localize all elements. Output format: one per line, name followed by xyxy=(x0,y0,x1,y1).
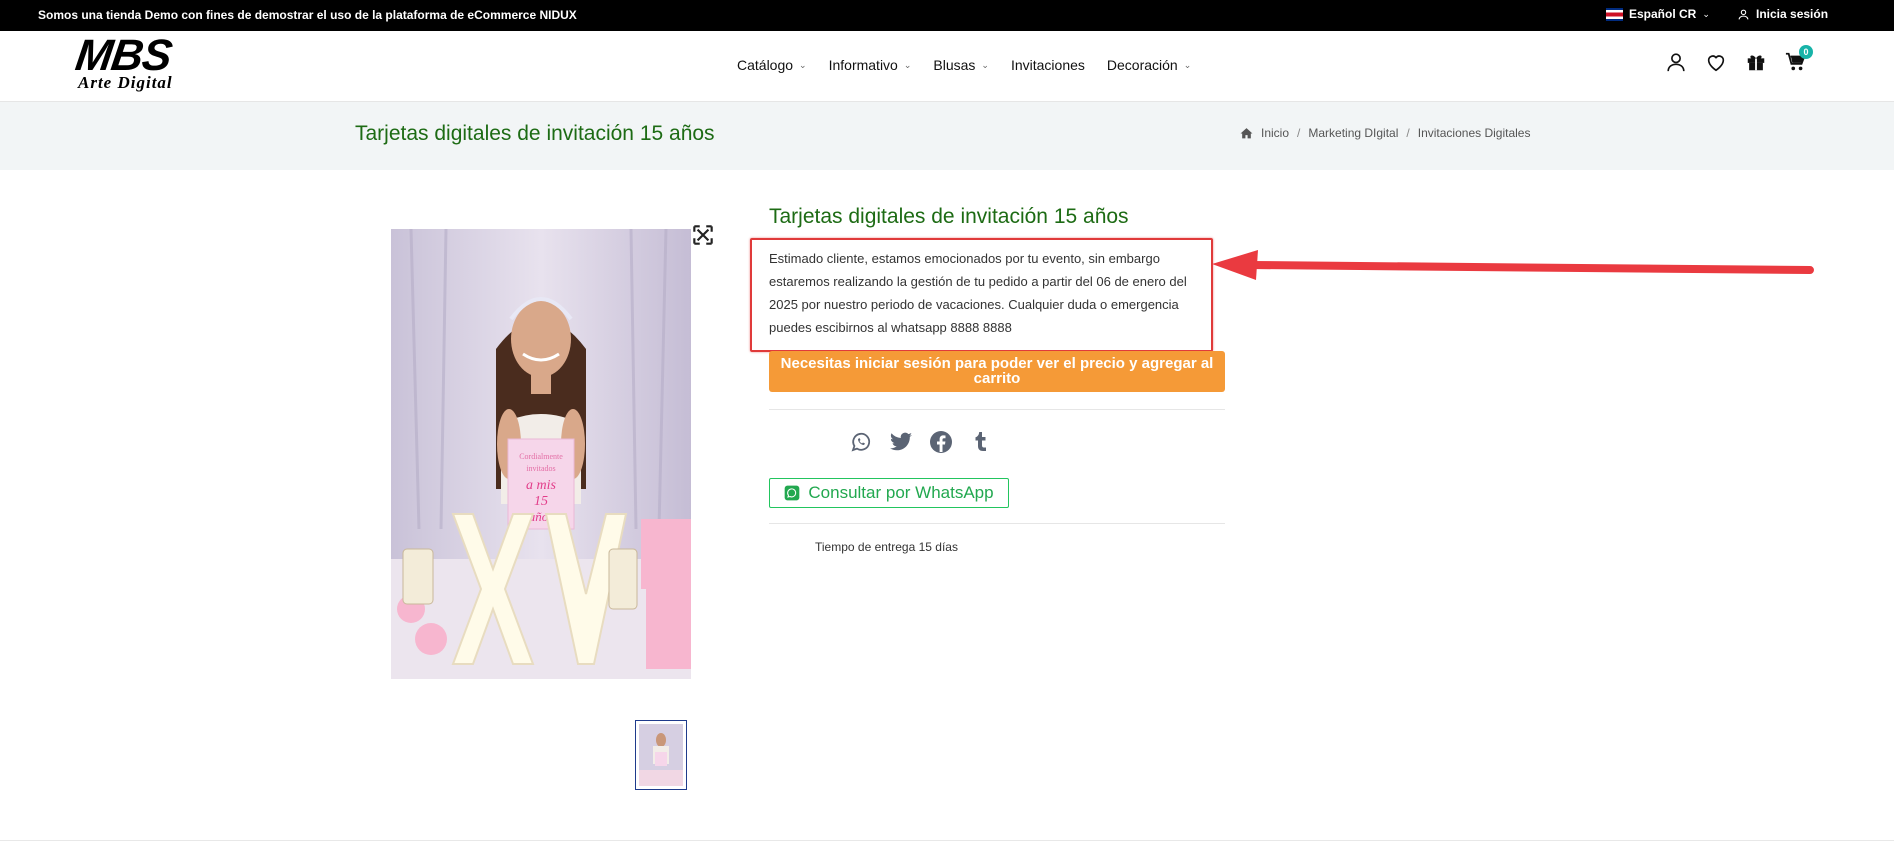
chevron-down-icon: ⌄ xyxy=(1183,59,1192,70)
whatsapp-icon xyxy=(785,485,800,501)
cart-icon[interactable]: 0 xyxy=(1785,45,1813,73)
login-link[interactable]: Inicia sesión xyxy=(1737,7,1828,21)
site-header: MBS Arte Digital Catálogo ⌄ Informativo ⌄ … xyxy=(0,31,1894,102)
header-actions: 0 xyxy=(1665,45,1813,73)
product-title: Tarjetas digitales de invitación 15 años xyxy=(769,205,1129,228)
whatsapp-share-icon[interactable] xyxy=(849,430,873,454)
share-buttons xyxy=(849,430,993,454)
nav-label: Blusas xyxy=(933,57,976,73)
user-icon xyxy=(1738,9,1749,19)
facebook-share-icon[interactable] xyxy=(929,430,953,454)
tumblr-share-icon[interactable] xyxy=(969,430,993,454)
nav-label: Invitaciones xyxy=(1010,57,1085,73)
twitter-share-icon[interactable] xyxy=(889,430,913,454)
promo-text: Somos una tienda Demo con fines de demos… xyxy=(38,8,577,22)
nav-label: Informativo xyxy=(828,57,898,73)
product-thumbnail[interactable] xyxy=(635,720,687,790)
page-title: Tarjetas digitales de invitación 15 años xyxy=(355,122,715,145)
whatsapp-consult-button[interactable]: Consultar por WhatsApp xyxy=(769,478,1009,508)
expand-icon[interactable] xyxy=(690,222,716,248)
store-logo[interactable]: MBS Arte Digital xyxy=(73,31,226,93)
sign-line2: invitados xyxy=(526,464,555,473)
breadcrumb-marketing[interactable]: Marketing DIgital xyxy=(1308,126,1398,140)
login-to-buy-button[interactable]: Necesitas iniciar sesión para poder ver … xyxy=(769,351,1225,392)
highlight-box xyxy=(750,238,1213,352)
chevron-down-icon: ⌄ xyxy=(799,59,807,70)
breadcrumb-invitaciones[interactable]: Invitaciones Digitales xyxy=(1418,126,1531,140)
breadcrumb-separator: / xyxy=(1406,126,1410,140)
divider xyxy=(769,409,1225,410)
nav-label: Decoración xyxy=(1106,57,1178,73)
nav-item-blusas[interactable]: Blusas ⌄ xyxy=(933,57,989,73)
product-main-image[interactable]: Cordialmente invitados a mis 15 años xyxy=(391,229,691,679)
breadcrumb: Inicio / Marketing DIgital / Invitacione… xyxy=(1240,126,1530,140)
language-selector[interactable]: Español CR ⌄ xyxy=(1606,7,1710,21)
breadcrumb-home[interactable]: Inicio xyxy=(1261,126,1289,140)
sign-line4: 15 xyxy=(534,494,548,509)
announcement-bar: Somos una tienda Demo con fines de demos… xyxy=(0,0,1894,31)
chevron-down-icon: ⌄ xyxy=(1702,8,1710,19)
login-label: Inicia sesión xyxy=(1756,7,1829,21)
sign-line1: Cordialmente xyxy=(519,452,563,461)
chevron-down-icon: ⌄ xyxy=(981,59,989,70)
logo-tagline: Arte Digital xyxy=(78,73,173,92)
language-label: Español CR xyxy=(1629,7,1697,21)
gift-icon[interactable] xyxy=(1745,51,1767,73)
wishlist-heart-icon[interactable] xyxy=(1705,51,1727,73)
main-nav: Catálogo ⌄ Informativo ⌄ Blusas ⌄ Invitacio… xyxy=(737,57,1191,73)
arrow-annotation xyxy=(1212,250,1814,280)
nav-label: Catálogo xyxy=(737,57,794,73)
whatsapp-button-label: Consultar por WhatsApp xyxy=(808,483,994,502)
breadcrumb-separator: / xyxy=(1297,126,1301,140)
sign-line3: a mis xyxy=(526,478,557,493)
costa-rica-flag-icon xyxy=(1606,7,1623,21)
account-icon[interactable] xyxy=(1665,51,1687,73)
footer-divider xyxy=(0,840,1894,841)
delivery-time: Tiempo de entrega 15 días xyxy=(815,540,958,554)
divider xyxy=(769,523,1225,524)
cart-count-badge: 0 xyxy=(1799,45,1813,59)
nav-item-catalogo[interactable]: Catálogo ⌄ xyxy=(737,57,807,73)
nav-item-informativo[interactable]: Informativo ⌄ xyxy=(829,57,912,73)
home-icon xyxy=(1240,128,1253,139)
nav-item-invitaciones[interactable]: Invitaciones xyxy=(1011,57,1085,73)
nav-item-decoracion[interactable]: Decoración ⌄ xyxy=(1107,57,1191,73)
page-title-band: Tarjetas digitales de invitación 15 años… xyxy=(0,102,1894,170)
chevron-down-icon: ⌄ xyxy=(903,59,912,70)
